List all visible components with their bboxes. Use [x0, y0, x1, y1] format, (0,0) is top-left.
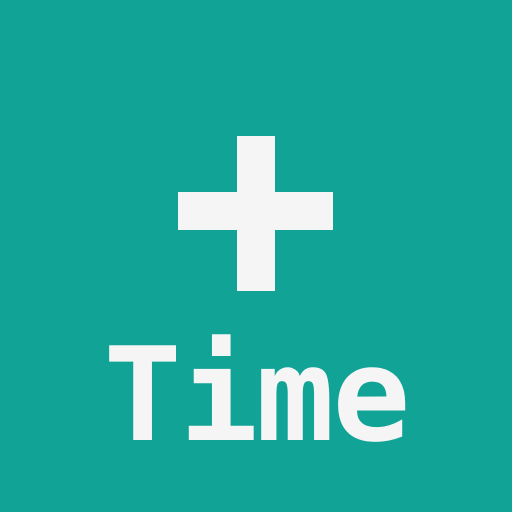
app-icon-tile[interactable]: Time [0, 0, 512, 512]
app-icon-label: Time [103, 319, 410, 471]
plus-icon-vertical-bar [237, 136, 275, 291]
plus-icon [178, 136, 333, 291]
